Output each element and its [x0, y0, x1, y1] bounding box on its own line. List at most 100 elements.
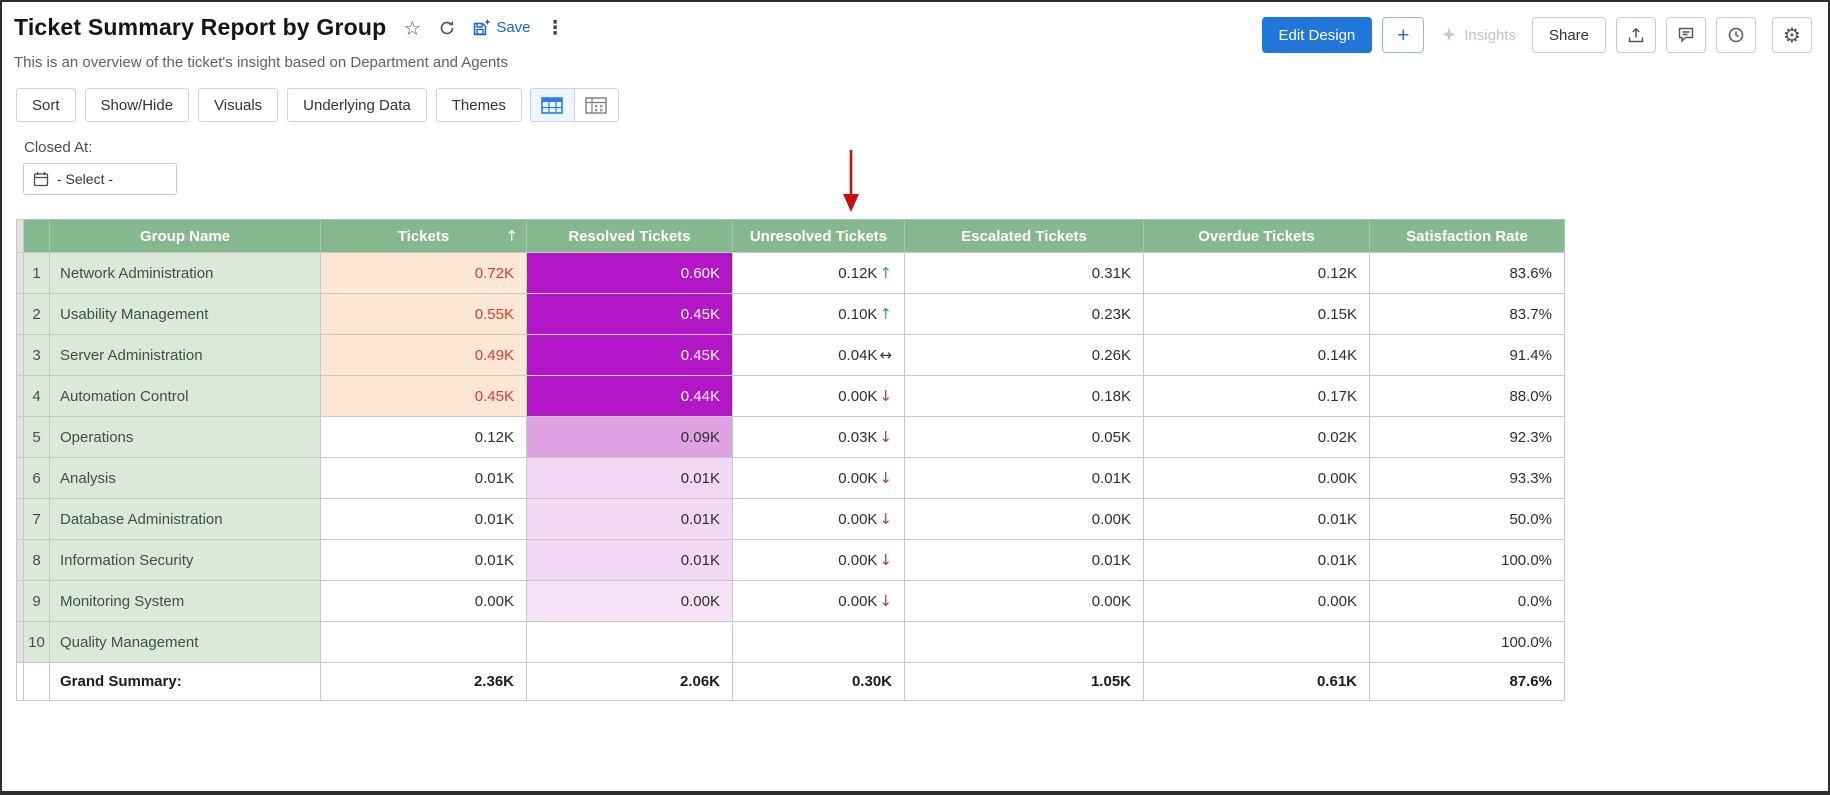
toolbar-button-underlying-data[interactable]: Underlying Data	[287, 88, 427, 122]
cell-unresolved-tickets[interactable]: 0.10K↑	[733, 294, 905, 335]
cell-resolved-tickets[interactable]: 0.45K	[527, 335, 733, 376]
cell-tickets[interactable]: 0.01K	[321, 458, 527, 499]
cell-satisfaction-rate[interactable]: 92.3%	[1370, 417, 1565, 458]
add-button[interactable]: +	[1382, 17, 1424, 53]
settings-button[interactable]: ⚙	[1772, 17, 1812, 53]
table-view-button[interactable]	[530, 88, 575, 122]
table-row: 10Quality Management100.0%	[17, 622, 1565, 663]
cell-satisfaction-rate[interactable]: 100.0%	[1370, 540, 1565, 581]
cell-overdue-tickets[interactable]: 0.00K	[1144, 458, 1370, 499]
cell-unresolved-tickets[interactable]: 0.04K↔	[733, 335, 905, 376]
cell-escalated-tickets[interactable]: 0.00K	[905, 499, 1144, 540]
cell-resolved-tickets[interactable]	[527, 622, 733, 663]
column-header-unresolved-tickets[interactable]: Unresolved Tickets	[733, 220, 905, 253]
cell-tickets[interactable]: 0.12K	[321, 417, 527, 458]
cell-satisfaction-rate[interactable]: 100.0%	[1370, 622, 1565, 663]
toolbar-button-visuals[interactable]: Visuals	[198, 88, 278, 122]
cell-tickets[interactable]: 0.72K	[321, 253, 527, 294]
cell-escalated-tickets[interactable]: 0.18K	[905, 376, 1144, 417]
cell-satisfaction-rate[interactable]: 93.3%	[1370, 458, 1565, 499]
cell-resolved-tickets[interactable]: 0.00K	[527, 581, 733, 622]
cell-tickets[interactable]: 0.49K	[321, 335, 527, 376]
cell-satisfaction-rate[interactable]: 0.0%	[1370, 581, 1565, 622]
toolbar-button-themes[interactable]: Themes	[436, 88, 522, 122]
favorite-star-icon[interactable]: ☆	[403, 16, 421, 40]
cell-group-name[interactable]: Database Administration	[50, 499, 321, 540]
cell-resolved-tickets[interactable]: 0.01K	[527, 499, 733, 540]
cell-escalated-tickets[interactable]: 0.26K	[905, 335, 1144, 376]
alerts-button[interactable]	[1716, 17, 1756, 53]
cell-tickets[interactable]: 0.01K	[321, 540, 527, 581]
cell-tickets[interactable]: 0.55K	[321, 294, 527, 335]
export-button[interactable]	[1616, 17, 1656, 53]
cell-unresolved-tickets[interactable]: 0.03K↓	[733, 417, 905, 458]
cell-satisfaction-rate[interactable]: 83.7%	[1370, 294, 1565, 335]
cell-overdue-tickets[interactable]: 0.14K	[1144, 335, 1370, 376]
cell-group-name[interactable]: Monitoring System	[50, 581, 321, 622]
cell-group-name[interactable]: Information Security	[50, 540, 321, 581]
cell-unresolved-tickets[interactable]: 0.00K↓	[733, 458, 905, 499]
pivot-view-icon	[585, 97, 607, 114]
cell-unresolved-tickets[interactable]: 0.00K↓	[733, 376, 905, 417]
cell-overdue-tickets[interactable]	[1144, 622, 1370, 663]
pivot-view-button[interactable]	[574, 88, 619, 122]
zia-insights-button[interactable]: Insights	[1440, 26, 1516, 44]
cell-tickets[interactable]: 0.00K	[321, 581, 527, 622]
cell-group-name[interactable]: Automation Control	[50, 376, 321, 417]
sort-ascending-icon[interactable]: ↑	[505, 227, 518, 245]
cell-overdue-tickets[interactable]: 0.17K	[1144, 376, 1370, 417]
cell-escalated-tickets[interactable]: 0.01K	[905, 458, 1144, 499]
closed-at-select[interactable]: - Select -	[23, 163, 177, 195]
cell-overdue-tickets[interactable]: 0.01K	[1144, 499, 1370, 540]
cell-satisfaction-rate[interactable]: 88.0%	[1370, 376, 1565, 417]
column-header-escalated-tickets[interactable]: Escalated Tickets	[905, 220, 1144, 253]
column-header-overdue-tickets[interactable]: Overdue Tickets	[1144, 220, 1370, 253]
cell-satisfaction-rate[interactable]: 83.6%	[1370, 253, 1565, 294]
cell-resolved-tickets[interactable]: 0.45K	[527, 294, 733, 335]
cell-group-name[interactable]: Operations	[50, 417, 321, 458]
toolbar-button-sort[interactable]: Sort	[16, 88, 76, 122]
cell-tickets[interactable]: 0.45K	[321, 376, 527, 417]
cell-overdue-tickets[interactable]: 0.02K	[1144, 417, 1370, 458]
column-header-satisfaction-rate[interactable]: Satisfaction Rate	[1370, 220, 1565, 253]
cell-overdue-tickets[interactable]: 0.12K	[1144, 253, 1370, 294]
cell-escalated-tickets[interactable]: 0.31K	[905, 253, 1144, 294]
column-header-group-name[interactable]: Group Name	[50, 220, 321, 253]
cell-group-name[interactable]: Quality Management	[50, 622, 321, 663]
cell-unresolved-tickets[interactable]: 0.00K↓	[733, 540, 905, 581]
cell-resolved-tickets[interactable]: 0.44K	[527, 376, 733, 417]
cell-satisfaction-rate[interactable]: 91.4%	[1370, 335, 1565, 376]
cell-unresolved-tickets[interactable]: 0.00K↓	[733, 499, 905, 540]
refresh-icon[interactable]	[438, 19, 456, 37]
cell-group-name[interactable]: Network Administration	[50, 253, 321, 294]
toolbar-button-show-hide[interactable]: Show/Hide	[85, 88, 190, 122]
cell-unresolved-tickets[interactable]: 0.12K↑	[733, 253, 905, 294]
cell-unresolved-tickets[interactable]: 0.00K↓	[733, 581, 905, 622]
cell-satisfaction-rate[interactable]: 50.0%	[1370, 499, 1565, 540]
cell-unresolved-tickets[interactable]	[733, 622, 905, 663]
cell-escalated-tickets[interactable]: 0.05K	[905, 417, 1144, 458]
cell-escalated-tickets[interactable]: 0.00K	[905, 581, 1144, 622]
comments-button[interactable]	[1666, 17, 1706, 53]
cell-resolved-tickets[interactable]: 0.09K	[527, 417, 733, 458]
cell-group-name[interactable]: Analysis	[50, 458, 321, 499]
cell-escalated-tickets[interactable]: 0.01K	[905, 540, 1144, 581]
cell-tickets[interactable]: 0.01K	[321, 499, 527, 540]
cell-overdue-tickets[interactable]: 0.15K	[1144, 294, 1370, 335]
cell-resolved-tickets[interactable]: 0.60K	[527, 253, 733, 294]
cell-group-name[interactable]: Server Administration	[50, 335, 321, 376]
column-header-tickets[interactable]: Tickets↑	[321, 220, 527, 253]
column-header-resolved-tickets[interactable]: Resolved Tickets	[527, 220, 733, 253]
cell-escalated-tickets[interactable]	[905, 622, 1144, 663]
more-options-icon[interactable]: ⋮	[546, 17, 565, 39]
cell-resolved-tickets[interactable]: 0.01K	[527, 540, 733, 581]
cell-group-name[interactable]: Usability Management	[50, 294, 321, 335]
edit-design-button[interactable]: Edit Design	[1262, 17, 1373, 53]
cell-tickets[interactable]	[321, 622, 527, 663]
share-button[interactable]: Share	[1532, 17, 1606, 53]
cell-overdue-tickets[interactable]: 0.01K	[1144, 540, 1370, 581]
cell-escalated-tickets[interactable]: 0.23K	[905, 294, 1144, 335]
cell-resolved-tickets[interactable]: 0.01K	[527, 458, 733, 499]
cell-overdue-tickets[interactable]: 0.00K	[1144, 581, 1370, 622]
save-button[interactable]: Save	[472, 19, 530, 37]
